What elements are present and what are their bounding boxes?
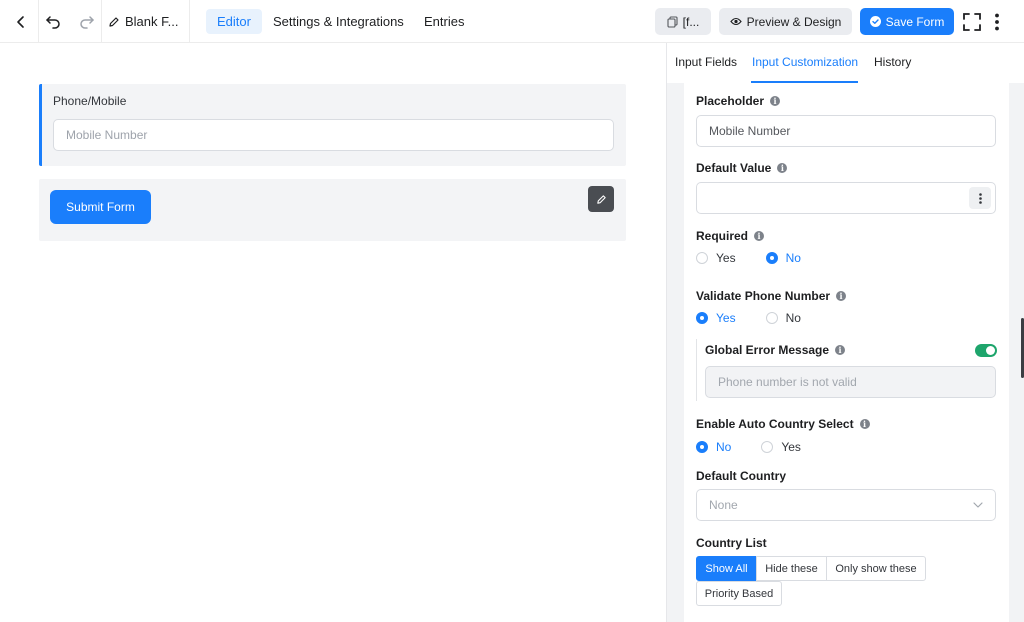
global-error-toggle[interactable] — [975, 344, 997, 357]
check-circle-icon — [869, 16, 881, 27]
radio-label: No — [785, 311, 801, 325]
toggle-knob — [986, 346, 995, 355]
radio-label: Yes — [716, 251, 736, 265]
tab-input-customization[interactable]: Input Customization — [752, 55, 858, 69]
redo-icon — [80, 15, 94, 29]
auto-country-label: Enable Auto Country Select i — [696, 417, 870, 431]
fullscreen-icon — [963, 12, 981, 31]
info-icon[interactable]: i — [770, 96, 781, 106]
global-error-label-text: Global Error Message — [705, 343, 830, 357]
radio-circle — [765, 312, 778, 324]
shortcode-button[interactable]: [f... — [655, 8, 711, 35]
more-menu-button[interactable] — [986, 9, 1008, 34]
save-label: Save Form — [885, 14, 945, 29]
form-title-button[interactable]: Blank F... — [108, 0, 186, 43]
undo-button[interactable] — [42, 0, 64, 43]
radio-circle — [696, 252, 708, 264]
radio-label: Yes — [716, 311, 736, 325]
top-toolbar: Blank F... Editor Settings & Integration… — [0, 0, 1024, 43]
radio-circle — [765, 252, 778, 264]
default-value-input[interactable] — [696, 182, 996, 214]
placeholder-input[interactable]: Mobile Number — [696, 115, 996, 147]
chevron-down-icon — [973, 502, 983, 508]
divider — [189, 0, 190, 43]
radio-circle — [761, 441, 774, 453]
radio-circle — [696, 312, 708, 324]
tab-history[interactable]: History — [874, 55, 911, 69]
divider — [101, 0, 102, 43]
tab-entries[interactable]: Entries — [413, 9, 475, 34]
radio-label: No — [785, 251, 801, 265]
required-radio-group: Yes No — [696, 250, 831, 266]
country-list-priority-based[interactable]: Priority Based — [696, 581, 782, 606]
eye-icon — [729, 17, 742, 26]
undo-icon — [46, 15, 60, 29]
submit-button-container[interactable]: Submit Form — [39, 179, 626, 241]
info-icon[interactable]: i — [754, 231, 765, 241]
validate-phone-radio-group: Yes No — [696, 310, 831, 326]
form-title: Blank F... — [125, 14, 179, 29]
chevron-left-icon — [17, 15, 24, 28]
pencil-icon — [596, 194, 606, 204]
auto-country-no-radio[interactable]: No — [696, 440, 731, 454]
back-button[interactable] — [8, 0, 34, 43]
radio-label: Yes — [781, 440, 801, 454]
info-icon[interactable]: i — [836, 291, 847, 301]
tab-editor[interactable]: Editor — [206, 9, 262, 34]
country-list-only-show-these[interactable]: Only show these — [826, 556, 926, 581]
tab-settings-integrations[interactable]: Settings & Integrations — [262, 9, 415, 34]
redo-button[interactable] — [76, 0, 98, 43]
auto-country-label-text: Enable Auto Country Select — [696, 417, 854, 431]
info-icon[interactable]: i — [859, 419, 870, 429]
kebab-menu-icon — [995, 13, 999, 30]
info-icon[interactable]: i — [835, 345, 846, 355]
validate-phone-label: Validate Phone Number i — [696, 289, 847, 303]
country-list-label-text: Country List — [696, 536, 767, 550]
tab-input-fields[interactable]: Input Fields — [675, 55, 737, 69]
country-list-hide-these[interactable]: Hide these — [756, 556, 827, 581]
default-country-label-text: Default Country — [696, 469, 786, 483]
default-country-select[interactable]: None — [696, 489, 996, 521]
radio-label: No — [716, 440, 732, 454]
country-list-show-all[interactable]: Show All — [696, 556, 757, 581]
country-list-label: Country List — [696, 536, 767, 550]
kebab-menu-icon — [978, 192, 982, 204]
validate-phone-label-text: Validate Phone Number — [696, 289, 831, 303]
fullscreen-button[interactable] — [960, 9, 984, 34]
edit-submit-button[interactable] — [588, 186, 614, 212]
default-value-label-text: Default Value — [696, 161, 772, 175]
validate-yes-radio[interactable]: Yes — [696, 311, 736, 325]
field-label: Phone/Mobile — [53, 94, 127, 108]
validate-no-radio[interactable]: No — [765, 311, 801, 325]
pencil-icon — [109, 16, 119, 27]
copy-icon — [667, 15, 678, 28]
smartcode-menu-button[interactable] — [969, 187, 991, 209]
default-country-value: None — [709, 498, 738, 512]
placeholder-label: Placeholder i — [696, 94, 781, 108]
save-form-button[interactable]: Save Form — [860, 8, 954, 35]
required-label-text: Required — [696, 229, 749, 243]
field-settings-panel: Input Fields Input Customization History… — [666, 43, 1024, 622]
required-label: Required i — [696, 229, 765, 243]
default-country-label: Default Country — [696, 469, 786, 483]
radio-circle — [696, 441, 708, 453]
submit-form-button[interactable]: Submit Form — [50, 190, 151, 224]
required-no-radio[interactable]: No — [765, 251, 801, 265]
preview-design-button[interactable]: Preview & Design — [719, 8, 852, 35]
required-yes-radio[interactable]: Yes — [696, 251, 736, 265]
global-error-input[interactable]: Phone number is not valid — [705, 366, 996, 398]
placeholder-label-text: Placeholder — [696, 94, 765, 108]
phone-field-preview[interactable]: Phone/Mobile Mobile Number — [39, 84, 626, 166]
auto-country-yes-radio[interactable]: Yes — [761, 440, 801, 454]
panel-tab-bar: Input Fields Input Customization History — [667, 43, 1024, 83]
global-error-section: Global Error Message i Phone number is n… — [696, 339, 996, 401]
divider — [38, 0, 39, 43]
global-error-label: Global Error Message i — [705, 343, 846, 357]
auto-country-radio-group: No Yes — [696, 439, 831, 455]
phone-input-preview[interactable]: Mobile Number — [53, 119, 614, 151]
shortcode-label: [f... — [682, 14, 700, 29]
preview-label: Preview & Design — [746, 14, 842, 29]
default-value-label: Default Value i — [696, 161, 788, 175]
info-icon[interactable]: i — [777, 163, 788, 173]
